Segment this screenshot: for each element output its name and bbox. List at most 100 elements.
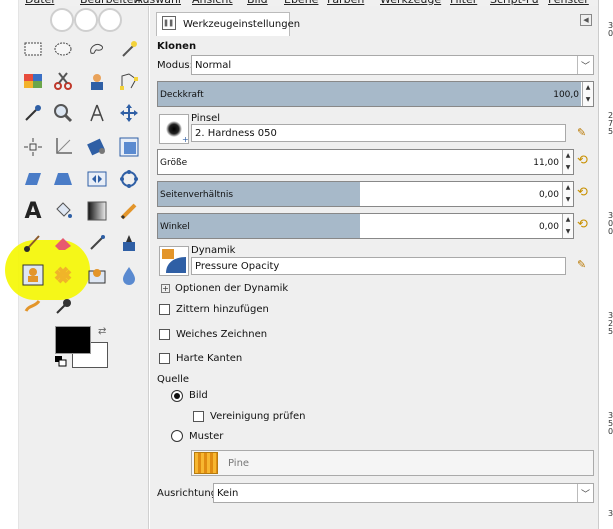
modus-label: Modus: (157, 60, 194, 71)
seitenverhaeltnis-spinner[interactable]: ▲ ▼ (562, 182, 573, 206)
canvas-edge (598, 0, 613, 529)
crop-icon[interactable] (50, 134, 76, 160)
pinsel-label: Pinsel (191, 113, 221, 124)
foreground-color-front[interactable] (55, 326, 91, 354)
reset-angle-icon[interactable]: ⟲ (577, 217, 588, 232)
edit-dynamics-icon[interactable]: ✎ (577, 258, 591, 272)
free-select-icon[interactable] (84, 36, 110, 62)
ausrichtung-value: Kein (217, 487, 239, 499)
weiches-checkbox[interactable] (159, 329, 170, 340)
bucket-fill-icon[interactable] (50, 198, 76, 224)
eraser-icon[interactable] (50, 230, 76, 256)
color-picker-icon[interactable] (20, 100, 46, 126)
blend-icon[interactable] (84, 198, 110, 224)
muster-radio[interactable] (171, 430, 183, 442)
zittern-label: Zittern hinzufügen (176, 304, 269, 315)
pinsel-value: 2. Hardness 050 (195, 127, 277, 139)
scale-icon[interactable] (116, 134, 142, 160)
tab-title: Werkzeugeinstellungen (183, 19, 301, 30)
airbrush-icon[interactable] (84, 230, 110, 256)
ruler-number: 3 (608, 509, 613, 518)
panel-menu-button[interactable]: ◀ (580, 14, 592, 26)
winkel-slider[interactable]: Winkel 0,00 ▲ ▼ (157, 213, 574, 239)
perspective-clone-icon[interactable] (84, 262, 110, 288)
vereinigung-checkbox[interactable] (193, 411, 204, 422)
deckkraft-slider[interactable]: Deckkraft 100,0 ▲ ▼ (157, 81, 594, 107)
modus-value: Normal (195, 59, 232, 71)
align-icon[interactable] (20, 134, 46, 160)
groesse-value: 11,00 (533, 158, 559, 168)
clone-icon[interactable] (20, 262, 46, 288)
ink-icon[interactable] (116, 230, 142, 256)
deckkraft-value: 100,0 (553, 90, 579, 100)
dodge-burn-icon[interactable] (50, 294, 76, 320)
dynamik-field[interactable]: Pressure Opacity (191, 257, 566, 275)
tab-tool-options[interactable]: Werkzeugeinstellungen (156, 12, 300, 36)
rect-select-icon[interactable] (20, 36, 46, 62)
zittern-checkbox[interactable] (159, 304, 170, 315)
flip-icon[interactable] (84, 166, 110, 192)
cage-transform-icon[interactable] (116, 166, 142, 192)
winkel-label: Winkel (160, 222, 190, 232)
tool-options-icon (162, 16, 176, 30)
groesse-spinner[interactable]: ▲ ▼ (562, 150, 573, 174)
paths-icon[interactable] (116, 68, 142, 94)
shear-icon[interactable] (20, 166, 46, 192)
swap-colors-icon[interactable]: ⇄ (98, 326, 106, 337)
paintbrush-icon[interactable] (20, 230, 46, 256)
edit-brush-icon[interactable]: ✎ (577, 126, 591, 140)
seitenverhaeltnis-label: Seitenverhältnis (160, 190, 234, 200)
muster-label: Muster (189, 431, 224, 442)
scissors-icon[interactable] (50, 68, 76, 94)
quelle-label: Quelle (157, 374, 190, 385)
brush-preview[interactable]: + (159, 114, 189, 144)
pinsel-field[interactable]: 2. Hardness 050 (191, 124, 566, 142)
measure-icon[interactable] (84, 100, 110, 126)
bild-radio[interactable] (171, 390, 183, 402)
seitenverhaeltnis-slider[interactable]: Seitenverhältnis 0,00 ▲ ▼ (157, 181, 574, 207)
fuzzy-select-icon[interactable] (116, 36, 142, 62)
heal-icon[interactable] (50, 262, 76, 288)
pattern-thumbnail[interactable] (194, 452, 218, 474)
wilber-logo (50, 8, 122, 32)
pattern-selector[interactable] (191, 450, 594, 476)
pattern-name: Pine (228, 458, 250, 469)
ruler-number: 3 5 0 (608, 411, 613, 436)
perspective-icon[interactable] (50, 166, 76, 192)
seitenverhaeltnis-value: 0,00 (538, 190, 559, 200)
harte-checkbox[interactable] (159, 353, 170, 364)
pencil-icon[interactable] (116, 198, 142, 224)
deckkraft-label: Deckkraft (160, 90, 204, 100)
ausrichtung-label: Ausrichtung: (157, 488, 221, 499)
default-colors-icon[interactable] (55, 356, 67, 367)
text-tool-icon[interactable]: A (20, 198, 46, 224)
smudge-icon[interactable] (20, 294, 46, 320)
groesse-slider[interactable]: Größe 11,00 ▲ ▼ (157, 149, 574, 175)
foreground-select-icon[interactable] (84, 68, 110, 94)
reset-size-icon[interactable]: ⟲ (577, 153, 588, 168)
chevron-down-icon: ﹀ (577, 484, 593, 502)
clone-tool-highlight (5, 240, 90, 300)
expander-icon[interactable]: + (161, 284, 170, 293)
blur-icon[interactable] (116, 262, 142, 288)
chevron-down-icon: ﹀ (577, 56, 593, 74)
harte-label: Harte Kanten (176, 353, 243, 364)
ruler-number: 3 0 (608, 21, 613, 38)
ellipse-select-icon[interactable] (50, 36, 76, 62)
tool-name: Klonen (157, 41, 197, 52)
ruler-number: 2 7 5 (608, 111, 613, 136)
zoom-icon[interactable] (50, 100, 76, 126)
select-by-color-icon[interactable] (20, 68, 46, 94)
winkel-spinner[interactable]: ▲ ▼ (562, 214, 573, 238)
winkel-value: 0,00 (538, 222, 559, 232)
reset-aspect-icon[interactable]: ⟲ (577, 185, 588, 200)
ruler-number: 3 0 0 (608, 211, 613, 236)
modus-select[interactable]: Normal ﹀ (191, 55, 594, 75)
dynamics-preview[interactable] (159, 246, 189, 276)
deckkraft-spinner[interactable]: ▲ ▼ (582, 82, 593, 106)
optionen-dynamik-label[interactable]: Optionen der Dynamik (175, 283, 288, 294)
rotate-icon[interactable] (84, 134, 110, 160)
ausrichtung-select[interactable]: Kein ﹀ (213, 483, 594, 503)
move-icon[interactable] (116, 100, 142, 126)
groesse-label: Größe (160, 158, 188, 168)
